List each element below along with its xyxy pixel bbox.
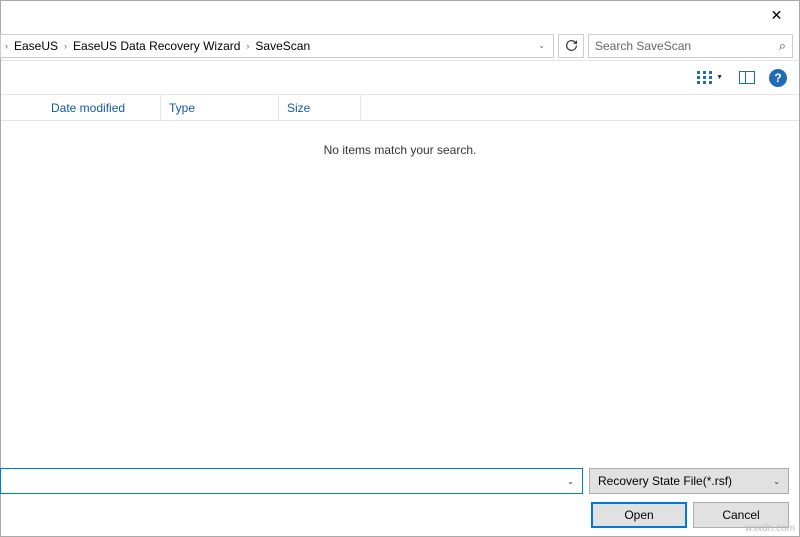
refresh-icon	[565, 39, 578, 52]
pane-icon	[739, 71, 755, 84]
close-button[interactable]: ✕	[754, 1, 799, 29]
filetype-value: Recovery State File(*.rsf)	[598, 474, 732, 488]
crumb-wizard[interactable]: EaseUS Data Recovery Wizard	[69, 35, 244, 57]
refresh-button[interactable]	[558, 34, 584, 58]
bottom-panel: ⌄ Recovery State File(*.rsf) ⌄ Open Canc…	[1, 468, 799, 536]
column-size[interactable]: Size	[279, 95, 361, 120]
close-icon: ✕	[771, 7, 783, 24]
preview-pane-button[interactable]	[737, 69, 757, 86]
chevron-right-icon: ›	[62, 41, 69, 51]
cancel-button[interactable]: Cancel	[693, 502, 789, 528]
nav-row: › EaseUS › EaseUS Data Recovery Wizard ›…	[1, 31, 799, 61]
grid-icon	[697, 71, 713, 84]
help-icon: ?	[774, 71, 781, 85]
title-bar: ✕	[1, 1, 799, 31]
crumb-easeus[interactable]: EaseUS	[10, 35, 62, 57]
chevron-down-icon: ⌄	[567, 477, 578, 486]
filetype-combo[interactable]: Recovery State File(*.rsf) ⌄	[589, 468, 789, 494]
search-placeholder: Search SaveScan	[595, 39, 691, 53]
open-button[interactable]: Open	[591, 502, 687, 528]
empty-state-text: No items match your search.	[324, 143, 477, 157]
chevron-right-icon: ›	[3, 41, 10, 51]
search-icon: ⌕	[779, 38, 786, 54]
view-options-button[interactable]: ▼	[695, 69, 725, 86]
filename-combo[interactable]: ⌄	[0, 468, 583, 494]
button-row: Open Cancel	[1, 502, 789, 528]
caret-down-icon: ▼	[716, 74, 723, 81]
chevron-down-icon: ⌄	[773, 477, 780, 486]
help-button[interactable]: ?	[769, 69, 787, 87]
crumb-savescan[interactable]: SaveScan	[251, 35, 314, 57]
filter-row: ⌄ Recovery State File(*.rsf) ⌄	[1, 468, 789, 494]
column-type[interactable]: Type	[161, 95, 279, 120]
search-input[interactable]: Search SaveScan ⌕	[588, 34, 793, 58]
breadcrumb[interactable]: › EaseUS › EaseUS Data Recovery Wizard ›…	[0, 34, 554, 58]
column-date-modified[interactable]: Date modified	[43, 95, 161, 120]
toolbar: ▼ ?	[1, 61, 799, 95]
breadcrumb-dropdown-icon[interactable]: ⌄	[532, 41, 551, 50]
column-headers: Date modified Type Size	[1, 95, 799, 121]
file-list-area: No items match your search.	[1, 121, 799, 446]
chevron-right-icon: ›	[244, 41, 251, 51]
